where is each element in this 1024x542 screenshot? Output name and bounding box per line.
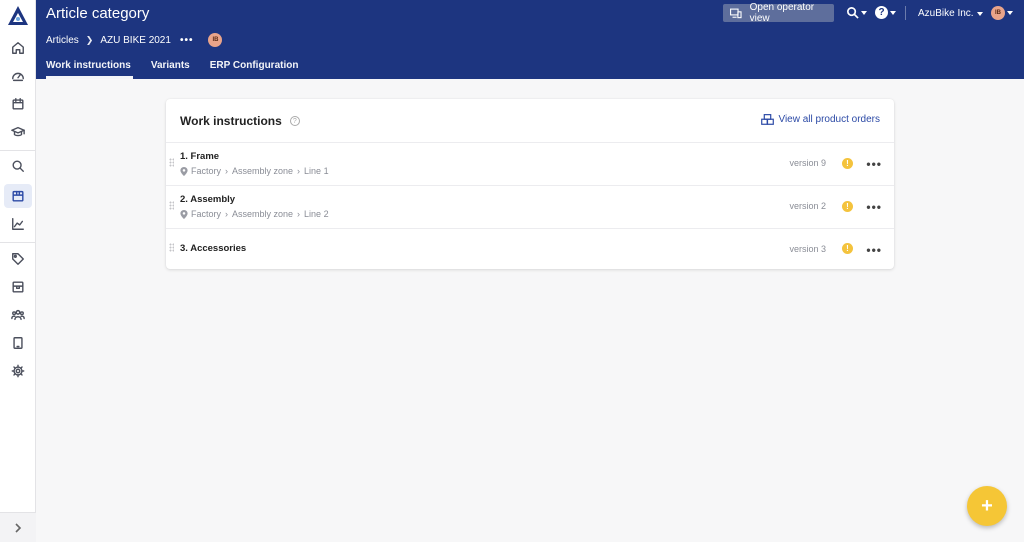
version-label: version 3	[789, 244, 826, 254]
list-item[interactable]: 1. Frame Factory › Assembly zone › Line …	[166, 142, 894, 185]
help-icon[interactable]: ?	[289, 116, 300, 126]
app-logo[interactable]	[6, 4, 30, 28]
tags-icon[interactable]	[8, 249, 28, 269]
list-item[interactable]: 2. Assembly Factory › Assembly zone › Li…	[166, 185, 894, 228]
gear-icon[interactable]	[8, 361, 28, 381]
monitor-icon	[730, 8, 742, 18]
row-more-button[interactable]: •••	[866, 201, 882, 213]
search-icon[interactable]	[8, 156, 28, 176]
card-title-text: Work instructions	[180, 114, 282, 128]
chevron-down-icon	[890, 10, 896, 15]
sidebar	[0, 0, 36, 542]
instruction-location: Factory › Assembly zone › Line 2	[180, 209, 329, 219]
boxes-icon	[761, 114, 775, 125]
help-menu[interactable]: ?	[875, 6, 896, 19]
list-item[interactable]: 3. Accessories version 3 ! •••	[166, 228, 894, 269]
warning-icon[interactable]: !	[842, 158, 853, 169]
location-pin-icon	[180, 209, 188, 219]
chevron-down-icon	[861, 10, 867, 15]
chevron-down-icon	[1007, 11, 1013, 15]
row-more-button[interactable]: •••	[866, 244, 882, 256]
row-more-button[interactable]: •••	[866, 158, 882, 170]
chart-icon[interactable]	[8, 214, 28, 234]
expand-sidebar-button[interactable]	[0, 512, 36, 542]
box-icon[interactable]	[4, 184, 32, 208]
top-header: Article category Articles ❯ AZU BIKE 202…	[36, 0, 1024, 79]
breadcrumb-current: AZU BIKE 2021	[100, 34, 171, 46]
tab-variants[interactable]: Variants	[151, 60, 190, 79]
sidebar-divider	[0, 242, 36, 243]
tab-bar: Work instructions Variants ERP Configura…	[46, 60, 318, 79]
company-switcher[interactable]: AzuBike Inc.	[918, 8, 983, 19]
instruction-name: 1. Frame	[180, 151, 220, 162]
home-icon[interactable]	[8, 38, 28, 58]
location-zone: Assembly zone	[232, 166, 294, 176]
chevron-right-icon: ›	[225, 209, 229, 219]
chevron-right-icon: ›	[297, 209, 301, 219]
user-avatar: IB	[991, 6, 1005, 20]
owner-avatar[interactable]: IB	[208, 33, 223, 47]
page-title: Article category	[46, 5, 150, 22]
instruction-name: 2. Assembly	[180, 194, 236, 205]
open-operator-view-button[interactable]: Open operator view	[723, 2, 834, 24]
calendar-icon[interactable]	[8, 94, 28, 114]
chevron-right-icon	[15, 522, 22, 533]
users-icon[interactable]	[8, 305, 28, 325]
warning-icon[interactable]: !	[842, 201, 853, 212]
chevron-down-icon	[976, 11, 983, 16]
warning-icon[interactable]: !	[842, 243, 853, 254]
work-instructions-card: Work instructions ? View all product ord…	[166, 99, 894, 269]
location-line: Line 2	[304, 209, 329, 219]
tab-erp-configuration[interactable]: ERP Configuration	[210, 60, 299, 79]
speedometer-icon[interactable]	[8, 66, 28, 86]
tablet-icon[interactable]	[8, 333, 28, 353]
search-menu[interactable]	[846, 6, 867, 19]
header-divider	[905, 6, 906, 20]
drag-handle-icon[interactable]	[169, 158, 174, 167]
chevron-right-icon: ›	[297, 166, 301, 176]
chevron-right-icon: ›	[225, 166, 229, 176]
location-zone: Assembly zone	[232, 209, 294, 219]
location-line: Line 1	[304, 166, 329, 176]
archive-icon[interactable]	[8, 277, 28, 297]
version-label: version 2	[789, 201, 826, 211]
location-factory: Factory	[191, 166, 222, 176]
location-factory: Factory	[191, 209, 222, 219]
instruction-location: Factory › Assembly zone › Line 1	[180, 166, 329, 176]
add-button[interactable]: +	[967, 486, 1007, 526]
location-pin-icon	[180, 166, 188, 176]
search-icon	[847, 7, 859, 19]
graduation-cap-icon[interactable]	[8, 122, 28, 142]
company-name: AzuBike Inc.	[918, 8, 974, 19]
user-menu[interactable]: IB	[991, 6, 1013, 20]
card-title: Work instructions ?	[180, 114, 300, 128]
breadcrumb-more-button[interactable]: •••	[180, 35, 194, 46]
version-label: version 9	[789, 158, 826, 168]
breadcrumb-articles[interactable]: Articles	[46, 35, 79, 46]
drag-handle-icon[interactable]	[169, 243, 174, 252]
tab-work-instructions[interactable]: Work instructions	[46, 60, 133, 79]
view-all-label: View all product orders	[778, 114, 880, 125]
chevron-right-icon: ❯	[85, 34, 94, 45]
open-operator-view-label: Open operator view	[749, 2, 815, 24]
drag-handle-icon[interactable]	[169, 201, 174, 210]
view-all-product-orders-link[interactable]: View all product orders	[761, 114, 880, 125]
help-icon: ?	[875, 6, 888, 19]
instruction-name: 3. Accessories	[180, 243, 247, 254]
sidebar-divider	[0, 150, 36, 151]
breadcrumb: Articles ❯ AZU BIKE 2021 ••• IB	[46, 33, 223, 47]
